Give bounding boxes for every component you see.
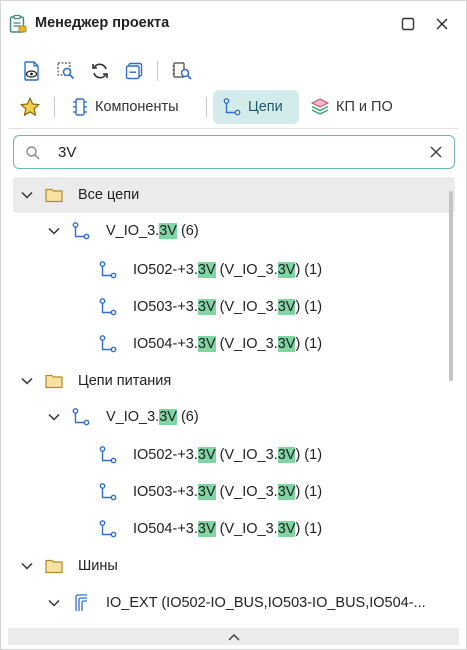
tree-net-item[interactable]: IO504-+3.3V (V_IO_3.3V) (1) [13,511,455,547]
search-match: 3V [277,447,296,463]
tab-divider [54,97,55,117]
tree-net-group[interactable]: V_IO_3.3V (6) [13,213,455,249]
tab-favorites[interactable] [15,90,45,124]
find-in-tree-button[interactable] [167,55,197,87]
chevron-down-icon[interactable] [47,410,61,424]
search-match: 3V [159,223,177,239]
tree-net-group[interactable]: V_IO_3.3V (6) [13,399,455,435]
tree-item-label: Цепи питания [78,373,172,389]
component-icon [73,98,87,116]
search-match: 3V [197,336,216,352]
search-match: 3V [277,262,296,278]
search-match: 3V [197,262,216,278]
search-match: 3V [197,447,216,463]
search-box [13,135,455,169]
search-match: 3V [277,521,296,537]
zoom-selection-button[interactable] [51,55,81,87]
tree-item-label: IO503-+3.3V (V_IO_3.3V) (1) [133,484,323,500]
tab-label: Компоненты [95,99,179,115]
tab-pads-vias[interactable]: КП и ПО [307,90,407,124]
chevron-down-icon[interactable] [47,224,61,238]
layers-icon [310,98,330,115]
scroll-up-button[interactable] [8,628,459,645]
search-match: 3V [277,484,296,500]
tree-net-item[interactable]: IO503-+3.3V (V_IO_3.3V) (1) [13,289,455,325]
tab-label: Цепи [248,99,283,115]
bus-icon [75,594,87,611]
tree-item-label: V_IO_3.3V (6) [106,409,199,425]
close-icon [436,18,448,30]
net-icon [99,298,117,316]
project-manager-panel: Менеджер проекта Компоненты Цепи КП и ПО… [0,0,467,650]
tree-bus-item[interactable]: IO_EXT (IO502-IO_BUS,IO503-IO_BUS,IO504-… [13,585,455,621]
tree-item-label: IO503-+3.3V (V_IO_3.3V) (1) [133,299,323,315]
star-icon [20,97,40,116]
show-document-button[interactable] [17,55,47,87]
net-icon [99,261,117,279]
tree-item-label: Шины [78,558,118,574]
refresh-button[interactable] [85,55,115,87]
folder-icon [45,559,63,574]
tab-label: КП и ПО [336,99,393,115]
net-icon [99,446,117,464]
tree-folder-all-nets[interactable]: Все цепи [13,177,455,213]
tree-item-label: IO502-+3.3V (V_IO_3.3V) (1) [133,447,323,463]
search-match: 3V [197,521,216,537]
net-icon [72,222,90,240]
tab-nets[interactable]: Цепи [213,90,299,124]
folder-icon [45,374,63,389]
net-icon [223,98,241,116]
tree-item-label: IO504-+3.3V (V_IO_3.3V) (1) [133,521,323,537]
tree-net-item[interactable]: IO502-+3.3V (V_IO_3.3V) (1) [13,252,455,288]
window-title: Менеджер проекта [35,15,170,31]
net-icon [99,335,117,353]
tree-item-label: Все цепи [78,187,140,203]
collapse-icon [125,62,143,80]
toolbar [1,55,466,87]
tree-net-item[interactable]: IO502-+3.3V (V_IO_3.3V) (1) [13,437,455,473]
find-in-tree-icon [172,62,192,80]
search-input[interactable] [58,142,418,162]
zoom-selection-icon [57,62,75,80]
tree-net-item[interactable]: IO503-+3.3V (V_IO_3.3V) (1) [13,474,455,510]
close-button[interactable] [432,14,452,34]
tree-folder-power-nets[interactable]: Цепи питания [13,363,455,399]
search-icon [26,146,40,160]
chevron-down-icon[interactable] [20,559,34,573]
tree-net-item[interactable]: IO504-+3.3V (V_IO_3.3V) (1) [13,326,455,362]
search-match: 3V [159,409,177,425]
refresh-icon [92,63,108,79]
net-tree: Все цепи V_IO_3.3V (6) IO502-+3.3V (V_IO_3… [13,177,455,627]
search-match: 3V [197,484,216,500]
tab-bar: Компоненты Цепи КП и ПО [1,90,466,124]
net-icon [72,408,90,426]
tab-divider [206,97,207,117]
square-icon [401,17,415,31]
search-match: 3V [277,336,296,352]
clear-search-button[interactable] [428,144,444,160]
collapse-all-button[interactable] [119,55,149,87]
tree-item-label: IO502-+3.3V (V_IO_3.3V) (1) [133,262,323,278]
vertical-scrollbar[interactable] [449,191,453,381]
chevron-down-icon[interactable] [20,374,34,388]
chevron-up-icon [227,633,240,641]
net-icon [99,520,117,538]
tree-item-label: V_IO_3.3V (6) [106,223,199,239]
toolbar-divider [157,61,158,81]
tab-components[interactable]: Компоненты [67,90,199,124]
title-bar: Менеджер проекта [1,1,466,47]
net-icon [99,483,117,501]
document-eye-icon [24,61,39,81]
tree-item-label: IO504-+3.3V (V_IO_3.3V) (1) [133,336,323,352]
search-match: 3V [197,299,216,315]
chevron-down-icon[interactable] [47,596,61,610]
project-manager-icon [9,14,27,33]
chevron-down-icon[interactable] [20,188,34,202]
tree-folder-buses[interactable]: Шины [13,548,455,584]
maximize-button[interactable] [398,14,418,34]
tree-item-label: IO_EXT (IO502-IO_BUS,IO503-IO_BUS,IO504-… [106,595,426,611]
folder-icon [45,188,63,203]
tab-bar-underline [9,128,459,129]
search-match: 3V [277,299,296,315]
